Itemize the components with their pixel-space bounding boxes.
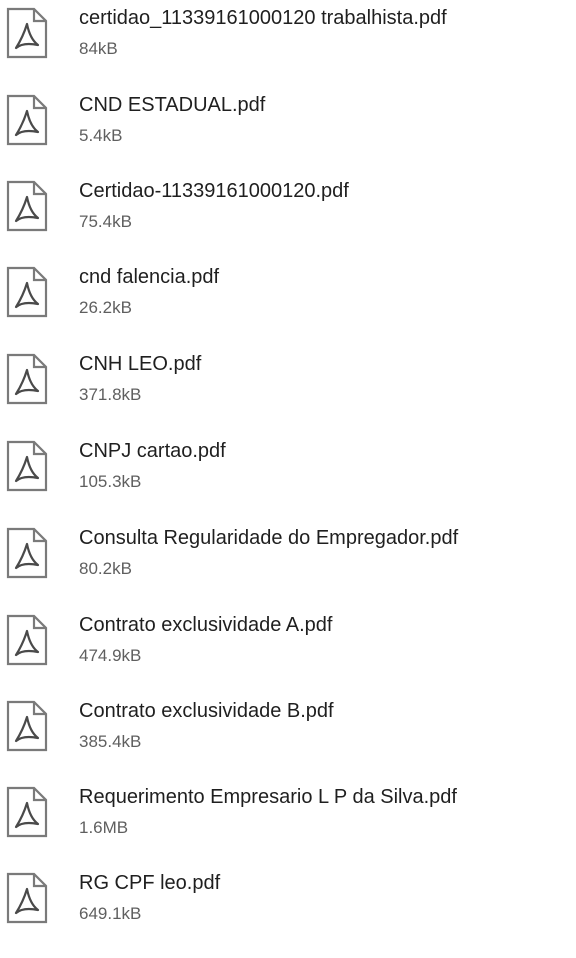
file-size: 5.4kB bbox=[79, 126, 123, 145]
pdf-document-icon bbox=[6, 786, 48, 838]
file-item[interactable]: CNH LEO.pdf 371.8kB bbox=[0, 350, 576, 436]
file-size: 371.8kB bbox=[79, 385, 142, 404]
file-item[interactable]: cnd falencia.pdf 26.2kB bbox=[0, 263, 576, 349]
pdf-document-icon bbox=[6, 94, 48, 146]
file-item[interactable]: CND ESTADUAL.pdf 5.4kB bbox=[0, 91, 576, 177]
file-name: certidao_11339161000120 trabalhista.pdf bbox=[79, 7, 447, 29]
file-name: CND ESTADUAL.pdf bbox=[79, 94, 266, 116]
file-name: RG CPF leo.pdf bbox=[79, 872, 221, 894]
file-size: 649.1kB bbox=[79, 904, 142, 923]
file-item[interactable]: Certidao-11339161000120.pdf 75.4kB bbox=[0, 177, 576, 263]
file-size: 26.2kB bbox=[79, 298, 132, 317]
file-item[interactable]: Requerimento Empresario L P da Silva.pdf… bbox=[0, 783, 576, 869]
file-size: 1.6MB bbox=[79, 818, 129, 837]
file-item[interactable]: Contrato exclusividade A.pdf 474.9kB bbox=[0, 611, 576, 697]
pdf-document-icon bbox=[6, 7, 48, 59]
file-size: 385.4kB bbox=[79, 732, 142, 751]
file-size: 80.2kB bbox=[79, 559, 132, 578]
file-name: CNPJ cartao.pdf bbox=[79, 440, 226, 462]
file-name: CNH LEO.pdf bbox=[79, 353, 202, 375]
pdf-document-icon bbox=[6, 353, 48, 405]
file-size: 474.9kB bbox=[79, 646, 142, 665]
file-size: 84kB bbox=[79, 39, 118, 58]
pdf-document-icon bbox=[6, 266, 48, 318]
file-size: 105.3kB bbox=[79, 472, 142, 491]
file-item[interactable]: Contrato exclusividade B.pdf 385.4kB bbox=[0, 697, 576, 783]
file-name: Certidao-11339161000120.pdf bbox=[79, 180, 349, 202]
pdf-document-icon bbox=[6, 614, 48, 666]
pdf-document-icon bbox=[6, 700, 48, 752]
file-size: 75.4kB bbox=[79, 212, 132, 231]
file-item[interactable]: CNPJ cartao.pdf 105.3kB bbox=[0, 437, 576, 523]
file-item[interactable]: Consulta Regularidade do Empregador.pdf … bbox=[0, 524, 576, 610]
file-name: Contrato exclusividade B.pdf bbox=[79, 700, 334, 722]
pdf-document-icon bbox=[6, 440, 48, 492]
file-list: certidao_11339161000120 trabalhista.pdf … bbox=[0, 0, 576, 958]
pdf-document-icon bbox=[6, 180, 48, 232]
pdf-document-icon bbox=[6, 527, 48, 579]
file-name: Contrato exclusividade A.pdf bbox=[79, 614, 333, 636]
file-name: Consulta Regularidade do Empregador.pdf bbox=[79, 527, 459, 549]
pdf-document-icon bbox=[6, 872, 48, 924]
file-name: Requerimento Empresario L P da Silva.pdf bbox=[79, 786, 457, 808]
file-name: cnd falencia.pdf bbox=[79, 266, 220, 288]
file-item[interactable]: certidao_11339161000120 trabalhista.pdf … bbox=[0, 4, 576, 90]
file-item[interactable]: RG CPF leo.pdf 649.1kB bbox=[0, 869, 576, 955]
